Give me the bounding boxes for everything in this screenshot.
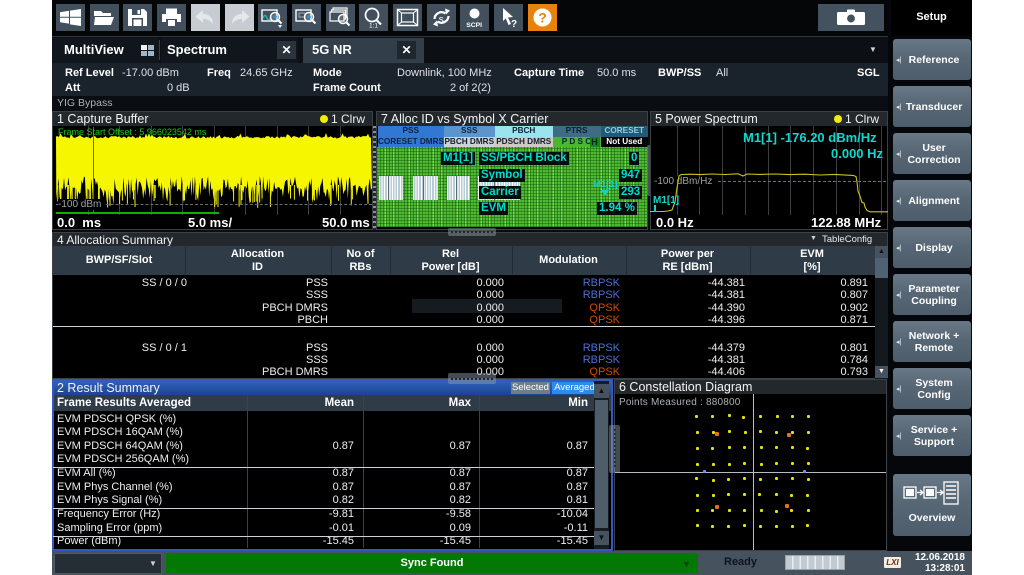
svg-text:s: s xyxy=(438,15,443,26)
svg-text:1:1: 1:1 xyxy=(369,23,378,30)
svg-text:?: ? xyxy=(511,19,517,29)
svg-text:SCPI: SCPI xyxy=(467,22,483,29)
svg-text:?: ? xyxy=(538,10,547,26)
